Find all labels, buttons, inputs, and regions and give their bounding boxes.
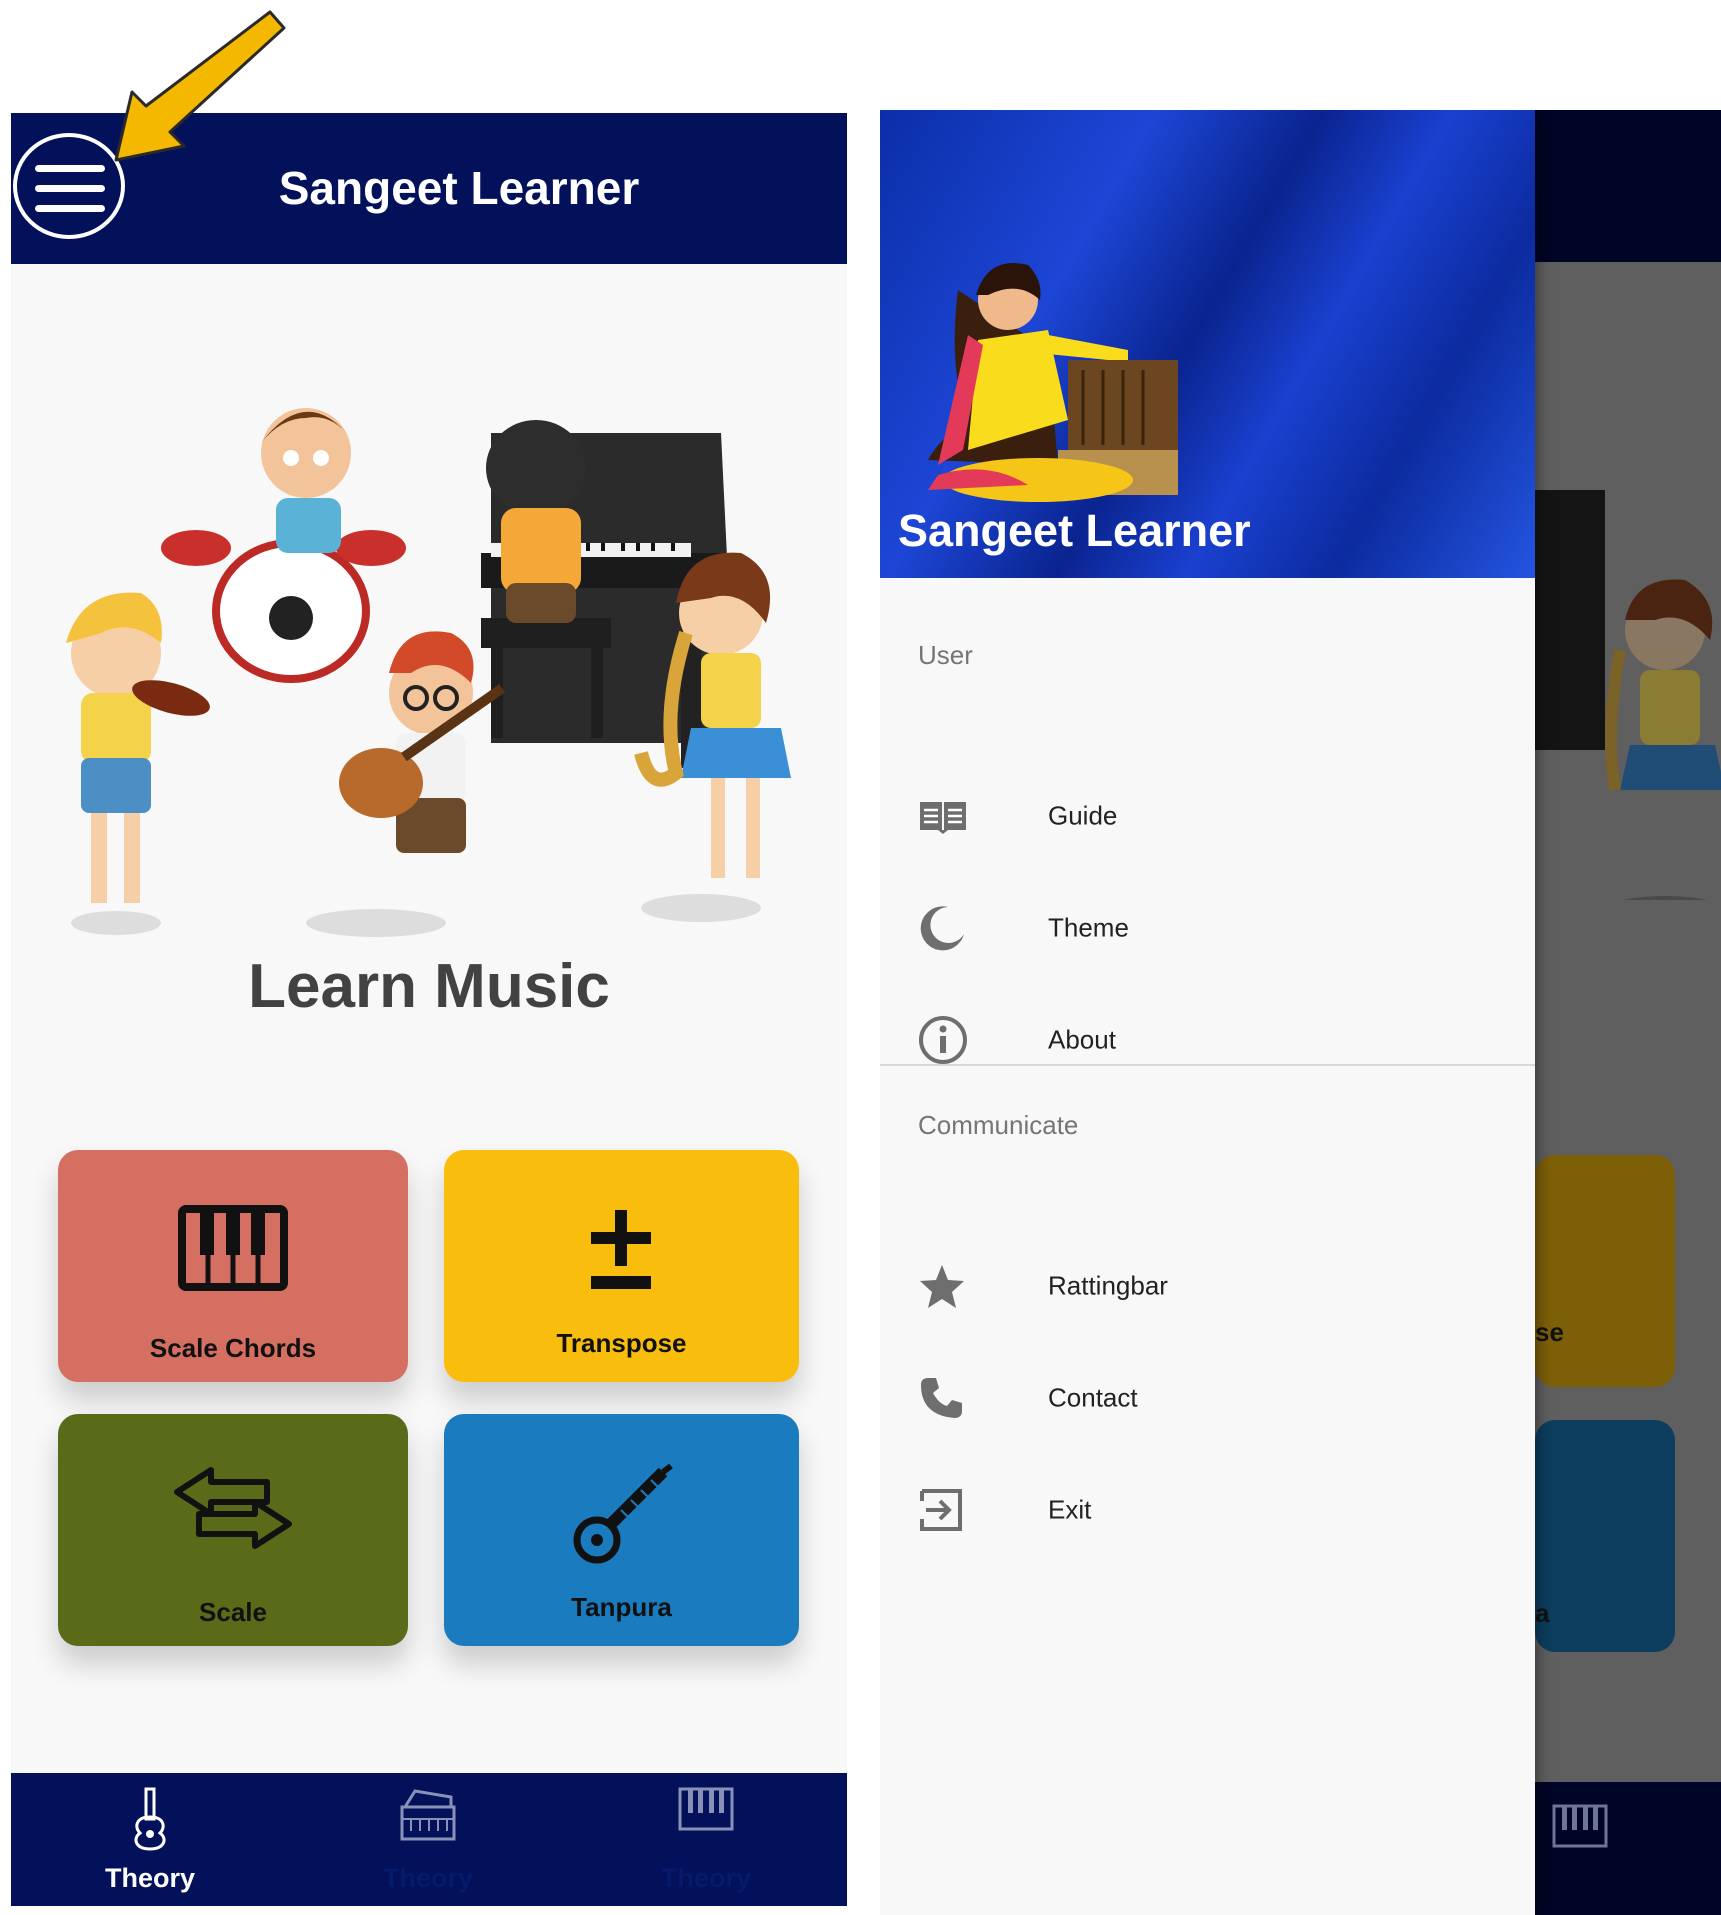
menu-item-exit[interactable]: Exit <box>880 1460 1535 1560</box>
scale-chords-tile[interactable]: Scale Chords <box>58 1150 408 1382</box>
dimmed-tile-transpose: se <box>1535 1155 1675 1387</box>
dimmed-illustration <box>1535 490 1721 900</box>
tile-label: Transpose <box>556 1328 687 1358</box>
nav-label: Theory <box>104 1863 196 1893</box>
nav-item-piano[interactable]: Theory <box>567 1773 845 1906</box>
tanpura-tile[interactable]: Tanpura <box>444 1414 799 1646</box>
menu-item-contact[interactable]: Contact <box>880 1348 1535 1448</box>
menu-item-label: Contact <box>1048 1382 1138 1413</box>
book-icon <box>920 802 966 834</box>
menu-item-about[interactable]: About <box>880 990 1535 1090</box>
menu-item-label: Theme <box>1048 912 1129 943</box>
phone-icon <box>921 1378 962 1418</box>
section-user-label: User <box>918 640 973 670</box>
home-screen: Sangeet Learner Learn Music Scale Chords… <box>11 113 847 1906</box>
dimmed-tile-tanpura: a <box>1535 1420 1675 1652</box>
peek-text: se <box>1535 1317 1564 1347</box>
transpose-tile[interactable]: Transpose <box>444 1150 799 1382</box>
menu-item-label: Exit <box>1048 1494 1092 1525</box>
scale-tile[interactable]: Scale <box>58 1414 408 1646</box>
info-icon <box>919 1016 967 1064</box>
drawer-title: Sangeet Learner <box>898 505 1251 556</box>
piano-keys-icon <box>678 1787 734 1831</box>
drawer-header: Sangeet Learner <box>880 110 1535 578</box>
tile-label: Scale Chords <box>149 1333 317 1363</box>
kids-band-illustration <box>66 408 791 937</box>
peek-text: a <box>1535 1598 1550 1628</box>
drawer-screen: se a Sangeet Learner User Guide Theme Ab… <box>880 110 1721 1915</box>
harmonium-icon <box>400 1789 456 1841</box>
plus-minus-icon <box>591 1210 651 1289</box>
bottom-navigation: Theory Theory Theory <box>11 1773 847 1906</box>
section-divider <box>880 1064 1535 1066</box>
tile-label: Scale <box>199 1597 267 1627</box>
piano-keys-icon <box>178 1205 288 1291</box>
menu-item-label: About <box>1048 1024 1116 1055</box>
star-icon <box>920 1265 964 1308</box>
sitar-icon <box>573 1463 673 1564</box>
menu-item-theme[interactable]: Theme <box>880 878 1535 978</box>
harmonium-player-illustration <box>928 263 1178 502</box>
nav-item-harmonium[interactable]: Theory <box>289 1773 567 1906</box>
nav-label: Theory <box>382 1863 474 1893</box>
swap-arrows-icon <box>174 1467 292 1549</box>
menu-item-rattingbar[interactable]: Rattingbar <box>880 1236 1535 1336</box>
learn-music-heading: Learn Music <box>248 952 610 1021</box>
navigation-drawer: Sangeet Learner User Guide Theme About C… <box>880 110 1535 1915</box>
moon-icon <box>920 906 964 951</box>
menu-item-label: Rattingbar <box>1048 1270 1168 1301</box>
nav-label: Theory <box>660 1863 752 1893</box>
menu-item-label: Guide <box>1048 800 1118 831</box>
exit-icon <box>920 1489 962 1531</box>
nav-item-theory[interactable]: Theory <box>11 1773 289 1906</box>
annotation-arrow <box>114 10 286 162</box>
menu-item-guide[interactable]: Guide <box>880 766 1535 866</box>
section-communicate-label: Communicate <box>918 1110 1079 1140</box>
tile-label: Tanpura <box>571 1592 672 1622</box>
piano-keys-icon <box>1552 1804 1608 1848</box>
guitar-icon <box>134 1787 166 1851</box>
